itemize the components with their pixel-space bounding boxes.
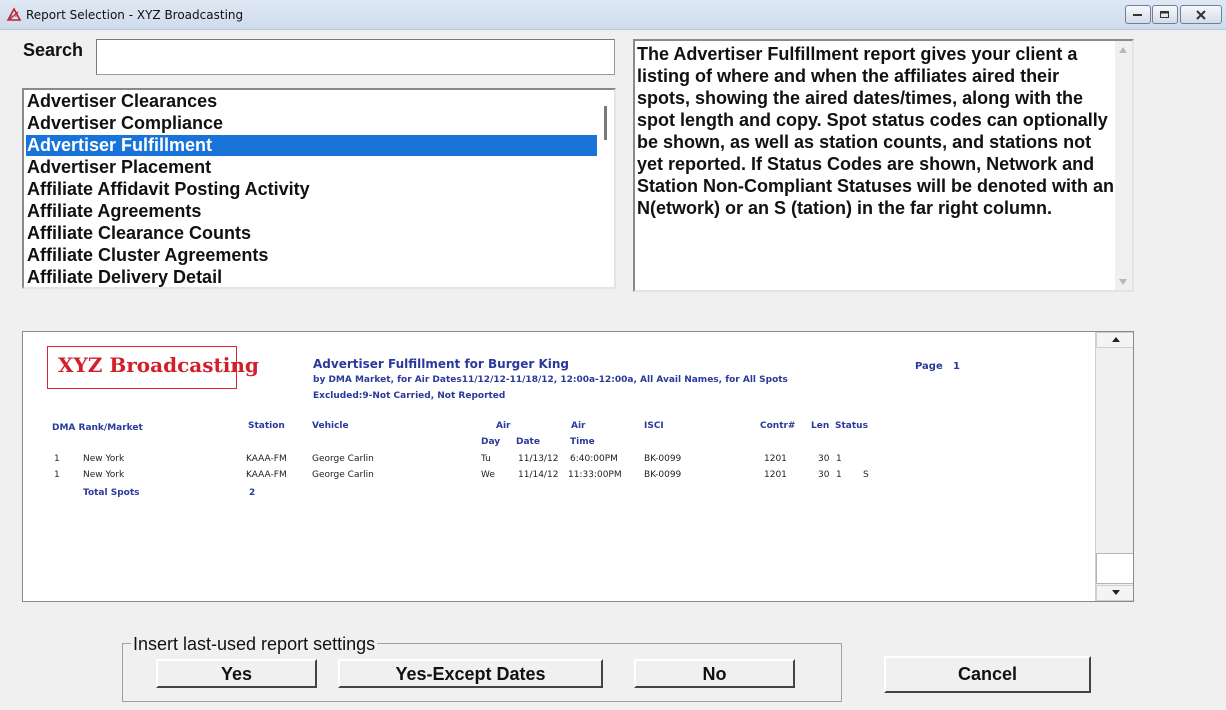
- scroll-up-button[interactable]: [1096, 332, 1133, 348]
- no-button[interactable]: No: [634, 659, 795, 688]
- title-bar: Report Selection - XYZ Broadcasting: [0, 0, 1226, 30]
- col-vehicle: Vehicle: [312, 421, 349, 431]
- col-isci: ISCI: [644, 421, 664, 431]
- search-label: Search: [23, 40, 84, 60]
- close-button[interactable]: [1180, 5, 1222, 24]
- page-number: 1: [953, 361, 960, 372]
- cell-status: 1: [836, 470, 842, 480]
- cell-date: 11/14/12: [518, 470, 559, 480]
- maximize-button[interactable]: [1152, 5, 1178, 24]
- last-used-settings-label: Insert last-used report settings: [131, 634, 378, 655]
- cell-day: We: [481, 470, 495, 480]
- minimize-button[interactable]: [1125, 5, 1151, 24]
- scroll-down-icon[interactable]: [1119, 279, 1127, 285]
- cell-len: 30: [818, 454, 830, 464]
- col-air: Air: [496, 421, 511, 431]
- logo: XYZ Broadcasting: [47, 346, 259, 389]
- cell-date: 11/13/12: [518, 454, 559, 464]
- report-heading: Advertiser Fulfillment for Burger King: [313, 357, 569, 371]
- report-description-box: The Advertiser Fulfillment report gives …: [633, 39, 1134, 292]
- col-status: Status: [835, 421, 868, 431]
- cell-vehicle: George Carlin: [312, 454, 374, 464]
- report-list-item[interactable]: Advertiser Clearances: [26, 91, 598, 112]
- report-list-item[interactable]: Affiliate Affidavit Posting Activity: [26, 179, 598, 200]
- col-dma: DMA Rank/Market: [52, 423, 143, 433]
- report-list-item[interactable]: Affiliate Delivery Detail: [26, 267, 598, 287]
- cell-station: KAAA-FM: [246, 470, 287, 480]
- scroll-down-button[interactable]: [1096, 585, 1133, 601]
- yes-except-dates-button[interactable]: Yes-Except Dates: [338, 659, 603, 688]
- cell-time: 6:40:00PM: [570, 454, 618, 464]
- report-list-item[interactable]: Advertiser Compliance: [26, 113, 598, 134]
- minimize-icon: [1133, 13, 1142, 16]
- report-list-item[interactable]: Advertiser Placement: [26, 157, 598, 178]
- report-subheading: by DMA Market, for Air Dates11/12/12-11/…: [313, 375, 788, 385]
- yes-button[interactable]: Yes: [156, 659, 317, 688]
- col-date: Date: [516, 437, 540, 447]
- cell-market: New York: [83, 454, 125, 464]
- app-icon: [6, 7, 22, 21]
- col-air: Air: [571, 421, 586, 431]
- col-time: Time: [570, 437, 595, 447]
- report-list-item[interactable]: Affiliate Agreements: [26, 201, 598, 222]
- report-list[interactable]: Advertiser Clearances Advertiser Complia…: [22, 88, 616, 289]
- cell-day: Tu: [481, 454, 491, 464]
- col-station: Station: [248, 421, 285, 431]
- total-spots-label: Total Spots: [83, 488, 140, 498]
- close-icon: [1196, 9, 1206, 20]
- cell-isci: BK-0099: [644, 454, 682, 464]
- total-spots-value: 2: [249, 488, 256, 498]
- cell-vehicle: George Carlin: [312, 470, 374, 480]
- cell-isci: BK-0099: [644, 470, 682, 480]
- cell-rank: 1: [54, 470, 60, 480]
- cancel-button[interactable]: Cancel: [884, 656, 1091, 693]
- report-excluded: Excluded:9-Not Carried, Not Reported: [313, 391, 506, 401]
- report-list-item-selected[interactable]: Advertiser Fulfillment: [26, 135, 598, 156]
- scrollbar-thumb[interactable]: [604, 106, 607, 140]
- cell-time: 11:33:00PM: [568, 470, 622, 480]
- window-title: Report Selection - XYZ Broadcasting: [26, 8, 244, 22]
- col-day: Day: [481, 437, 501, 447]
- search-input[interactable]: [96, 39, 615, 75]
- col-len: Len: [811, 421, 830, 431]
- logo-text: XYZ Broadcasting: [58, 353, 259, 377]
- page-label: Page: [915, 361, 943, 372]
- scroll-up-icon[interactable]: [1119, 47, 1127, 53]
- cell-rank: 1: [54, 454, 60, 464]
- cell-market: New York: [83, 470, 125, 480]
- cell-station: KAAA-FM: [246, 454, 287, 464]
- maximize-icon: [1160, 10, 1169, 18]
- report-list-item[interactable]: Affiliate Clearance Counts: [26, 223, 598, 244]
- col-contr: Contr#: [760, 421, 796, 431]
- cell-len: 30: [818, 470, 830, 480]
- cell-flag: S: [863, 470, 869, 480]
- scroll-up-icon: [1112, 337, 1120, 342]
- report-description: The Advertiser Fulfillment report gives …: [637, 44, 1115, 218]
- report-list-item[interactable]: Affiliate Cluster Agreements: [26, 245, 598, 266]
- cell-contr: 1201: [764, 454, 787, 464]
- scroll-down-icon: [1112, 590, 1120, 595]
- cell-status: 1: [836, 454, 842, 464]
- scrollbar-thumb[interactable]: [1096, 553, 1133, 584]
- description-scrollbar[interactable]: [1115, 41, 1132, 290]
- preview-scrollbar[interactable]: [1095, 332, 1133, 601]
- report-preview: XYZ Broadcasting Advertiser Fulfillment …: [22, 331, 1134, 602]
- cell-contr: 1201: [764, 470, 787, 480]
- report-list-scrollbar[interactable]: [597, 90, 614, 287]
